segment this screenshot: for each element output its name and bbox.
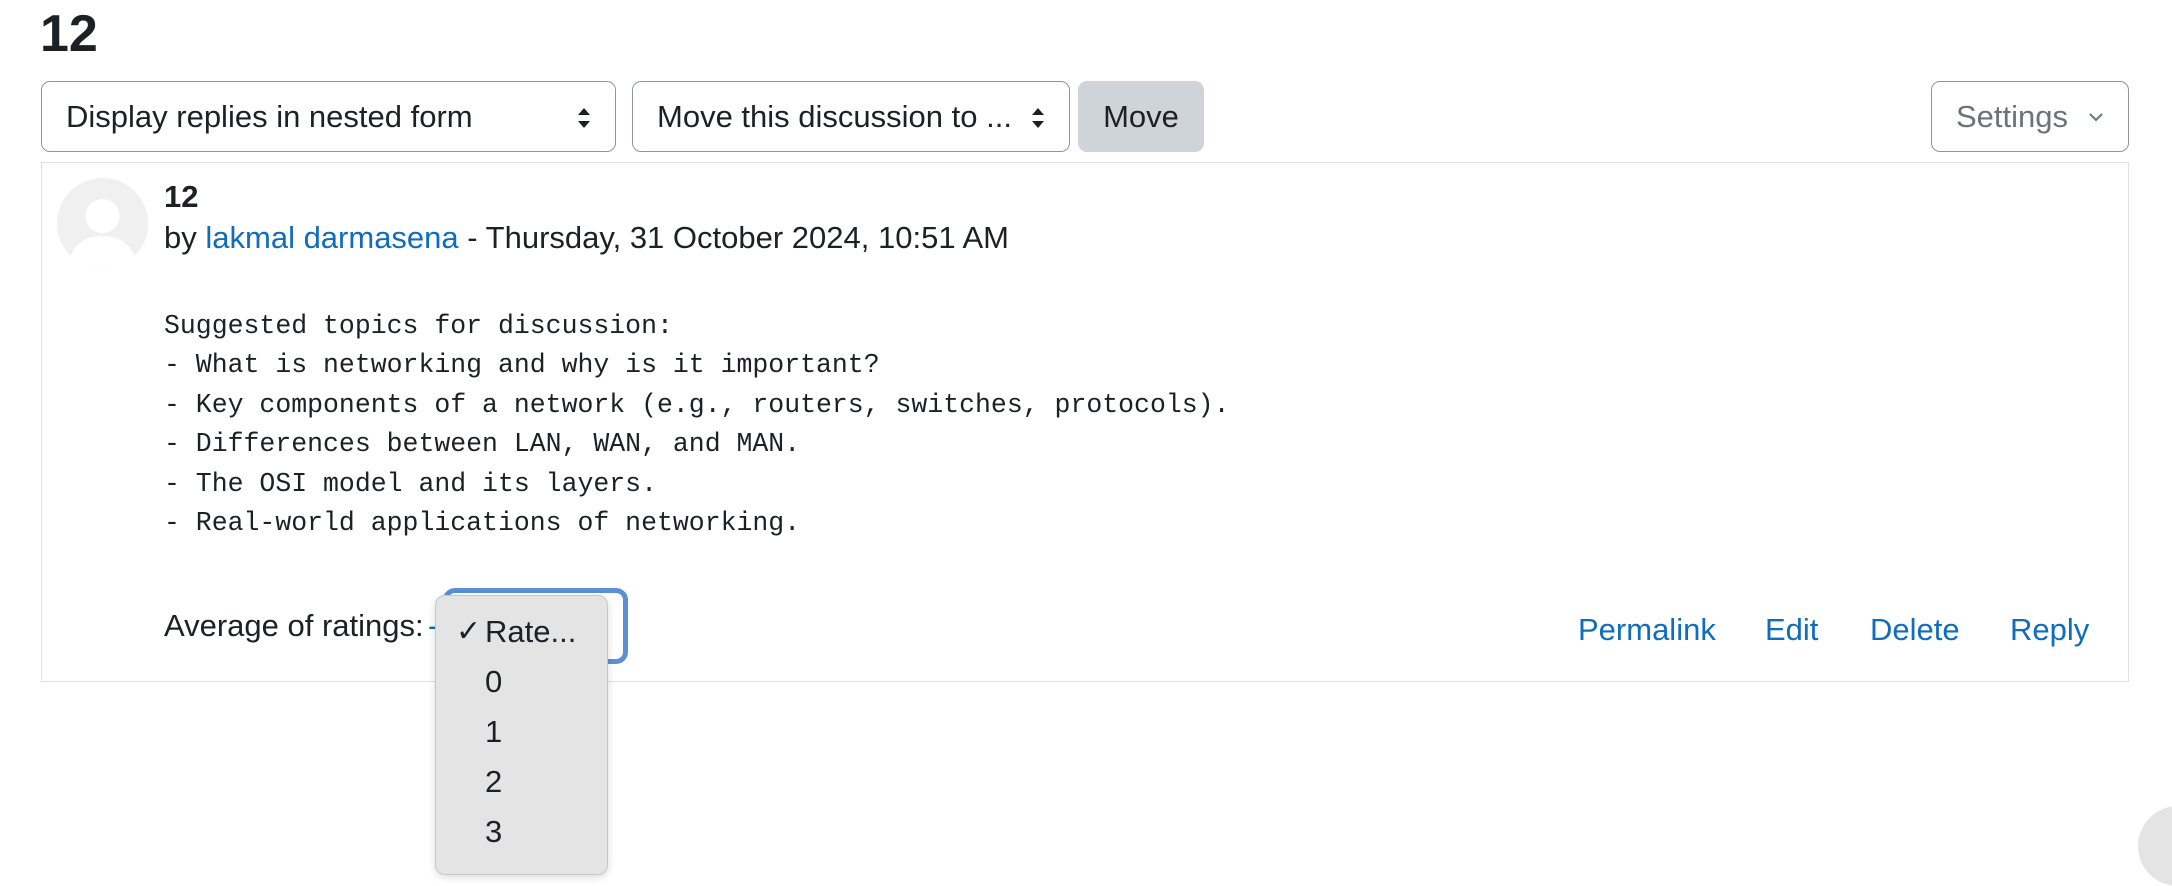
post-date: - Thursday, 31 October 2024, 10:51 AM xyxy=(467,220,1009,255)
message-line: - Real-world applications of networking. xyxy=(164,508,801,539)
reply-link[interactable]: Reply xyxy=(2010,610,2089,650)
rating-option-1[interactable]: 1 xyxy=(436,707,607,757)
rating-option-label: 2 xyxy=(485,764,503,799)
sort-arrows-icon xyxy=(1032,108,1044,128)
permalink-link[interactable]: Permalink xyxy=(1578,610,1716,650)
message-line: - Differences between LAN, WAN, and MAN. xyxy=(164,429,801,460)
message-line: - Key components of a network (e.g., rou… xyxy=(164,389,1230,420)
rating-option-2[interactable]: 2 xyxy=(436,757,607,807)
rating-option-label: 1 xyxy=(485,714,503,749)
default-user-avatar-icon[interactable] xyxy=(57,178,148,269)
display-mode-value: Display replies in nested form xyxy=(66,98,473,134)
average-ratings-label: Average of ratings: xyxy=(164,608,424,643)
message-line: - What is networking and why is it impor… xyxy=(164,350,880,381)
rating-option-label: 3 xyxy=(485,814,503,849)
move-discussion-select[interactable]: Move this discussion to ... xyxy=(632,81,1070,152)
edit-link[interactable]: Edit xyxy=(1765,610,1818,650)
rating-option-3[interactable]: 3 xyxy=(436,807,607,857)
rating-option-label: 0 xyxy=(485,664,503,699)
floating-button-edge[interactable] xyxy=(2138,806,2172,886)
message-line: - The OSI model and its layers. xyxy=(164,468,657,499)
post-byline: by lakmal darmasena - Thursday, 31 Octob… xyxy=(164,218,1009,258)
chevron-down-icon xyxy=(2089,113,2103,122)
checkmark-icon: ✓ xyxy=(456,615,482,648)
settings-label: Settings xyxy=(1956,98,2069,134)
message-line: Suggested topics for discussion: xyxy=(164,311,673,341)
author-link[interactable]: lakmal darmasena xyxy=(205,220,458,255)
user-silhouette-icon xyxy=(57,178,148,269)
delete-link[interactable]: Delete xyxy=(1870,610,1960,650)
move-button[interactable]: Move xyxy=(1078,81,1204,152)
post-subject: 12 xyxy=(164,179,199,214)
sort-arrows-icon xyxy=(578,108,590,128)
rating-dropdown-menu: ✓ Rate... 0 1 2 3 xyxy=(435,595,608,875)
rating-option-label: Rate... xyxy=(485,614,577,649)
page-title: 12 xyxy=(40,5,98,63)
display-mode-select[interactable]: Display replies in nested form xyxy=(41,81,616,152)
settings-button[interactable]: Settings xyxy=(1931,81,2129,152)
rating-option-0[interactable]: 0 xyxy=(436,657,607,707)
post-message: Suggested topics for discussion: - What … xyxy=(164,307,1229,543)
rating-option-rate[interactable]: ✓ Rate... xyxy=(436,607,607,657)
byline-prefix: by xyxy=(164,220,197,255)
move-discussion-value: Move this discussion to ... xyxy=(657,98,1012,134)
